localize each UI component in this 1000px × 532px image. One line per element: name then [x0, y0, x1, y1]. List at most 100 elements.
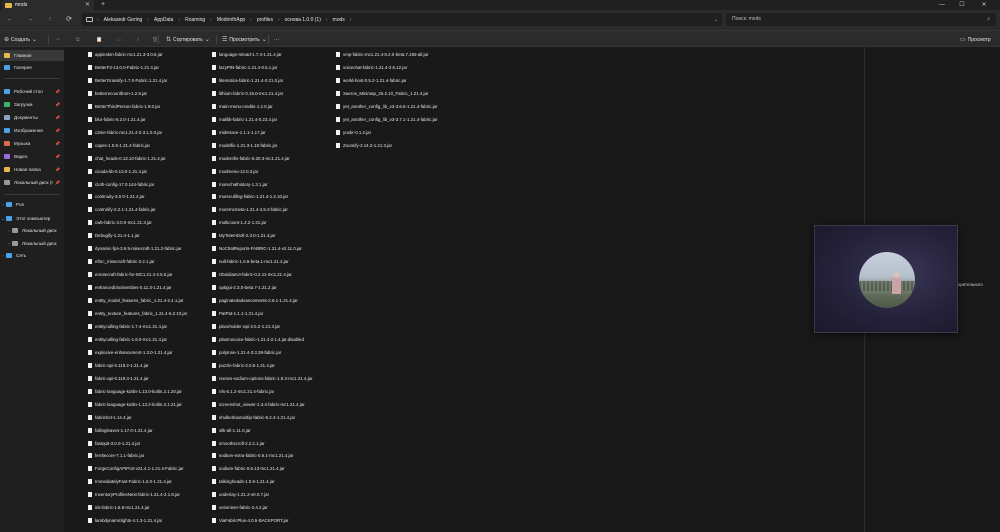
sidebar-item-local-disk-c[interactable]: › Локальный диск [0, 225, 64, 236]
file-item[interactable]: fabrishot-1.14.4.jar [88, 413, 132, 422]
file-item[interactable]: fabric-language-kotlin-1.13.0-kotlin.2.1… [88, 387, 182, 396]
sidebar-item-music[interactable]: Музыка 📌 [0, 138, 64, 149]
up-button[interactable]: ↑ [44, 14, 56, 26]
file-item[interactable]: fastquit-3.0.0-1.21.4.jar [88, 439, 140, 448]
file-item[interactable]: PatPat-1.1.1-1.21.4.jar [212, 309, 263, 318]
new-tab-button[interactable]: + [101, 0, 105, 10]
file-item[interactable]: fallingleaves-1.17.0-1.21.4.jar [88, 426, 153, 435]
file-item[interactable]: entityculling-fabric-1.8.0-mc1.21.4.jar [88, 335, 167, 344]
file-item[interactable]: cwb-fabric-3.0.0-mc1.21.3.jar [88, 218, 152, 227]
file-item[interactable]: modernfix-fabric-5.20.3-mc1.21.4.jar [212, 154, 290, 163]
file-item[interactable]: main-menu-credits-1.2.0.jar [212, 102, 273, 111]
file-item[interactable]: Zoomify-2.14.2-1.21.3.jar [336, 141, 392, 150]
sidebar-item-local-disk-d[interactable]: › Локальный диск [0, 238, 64, 249]
file-item[interactable]: fabric-language-kotlin-1.13.2-kotlin.2.1… [88, 400, 182, 409]
file-item[interactable]: InventoryProfilesNext-fabric-1.21.4-2.1.… [88, 490, 180, 499]
file-item[interactable]: capes-1.5.5-1.21.4-fabric.jar [88, 141, 150, 150]
forward-button[interactable]: → [24, 14, 36, 26]
refresh-button[interactable]: ⟳ [63, 14, 75, 26]
file-item[interactable]: modelfix-1.21.3-1.10-fabric.jar [212, 141, 277, 150]
tab-mods[interactable]: mods ✕ [2, 0, 94, 10]
file-item[interactable]: morecullling-fabric-1.21.4-1.2.10.jar [212, 192, 288, 201]
sort-button[interactable]: ⇅ Сортировать ⌄ [166, 34, 210, 45]
file-item[interactable]: controlify-2.2.1-1.21.4-fabric.jar [88, 205, 156, 214]
sidebar-item-gallery[interactable]: Галерея [0, 62, 64, 73]
paste-button[interactable]: 📋 [96, 34, 102, 45]
file-item[interactable]: MyTotemDoll-2.3.0-1.21.4.jar [212, 231, 275, 240]
file-item[interactable]: rrls-5.1.2-mc1.21.4-fabric.jar [212, 387, 274, 396]
file-item[interactable]: yosbr-0.1.2.jar [336, 128, 371, 137]
file-item[interactable]: paginatedadvancements-2.6.1-1.21.4.jar [212, 296, 298, 305]
sidebar-item-this-pc[interactable]: ⌄ Этот компьютер [0, 213, 64, 224]
file-item[interactable]: emotecraft-fabric-for-MC1.21.4-2.5.0.jar [88, 270, 172, 279]
file-item[interactable]: lazyPIN-fabric-1.21.4-0.5.1.jar [212, 63, 277, 72]
file-item[interactable]: null-fabric-1.0.6-beta.1-mc1.21.4.jar [212, 257, 289, 266]
file-item[interactable]: midetrace-1.1.1-1.17.jar [212, 128, 266, 137]
file-item[interactable]: entityculling-fabric-1.7.4-mc1.21.4.jar [88, 322, 167, 331]
sidebar-item-videos[interactable]: Видео 📌 [0, 151, 64, 162]
file-item[interactable]: betterrecountfrom-1.2.5.jar [88, 89, 147, 98]
copy-button[interactable]: ⧉ [76, 34, 80, 45]
file-item[interactable]: optigui-2.3.0-beta.7-1.21.2.jar [212, 283, 277, 292]
create-button[interactable]: ⊕ Создать ⌄ [4, 34, 37, 45]
breadcrumb-roaming[interactable]: Roaming [185, 17, 205, 23]
breadcrumb-mods[interactable]: mods [333, 17, 345, 23]
file-item[interactable]: smoothscroll-2.2.2.1.jar [212, 439, 265, 448]
breadcrumb-appdata[interactable]: AppData [154, 17, 173, 23]
file-item[interactable]: sodium-extra-fabric-0.6.1-mc1.21.4.jar [212, 451, 293, 460]
file-item[interactable]: Xaeros_Minimap_25.2.10_Fabric_1.21.4.jar [336, 89, 428, 98]
file-item[interactable]: malilib-fabric-1.21.4-0.23.4.jar [212, 115, 277, 124]
file-item[interactable]: appleskin-fabric-mc1.21.3-3.0.6.jar [88, 50, 163, 59]
file-item[interactable]: sodium-fabric-0.6.13-mc1.21.4.jar [212, 464, 285, 473]
file-item[interactable]: screenshot_viewer-1.3.4-fabric-mc1.21.4.… [212, 400, 305, 409]
file-item[interactable]: silk-all-1.11.0.jar [212, 426, 251, 435]
breadcrumb-modrinthapp[interactable]: ModrinthApp [217, 17, 245, 23]
file-item[interactable]: shulkerboxtooltip-fabric-5.2.4-1.21.4.ja… [212, 413, 295, 422]
breadcrumb-profiles[interactable]: profiles [257, 17, 273, 23]
file-item[interactable]: NoChatReports-FABRIC-1.21.4-v2.11.0.jar [212, 244, 302, 253]
file-item[interactable]: voicechat-fabric-1.21.4-2.6.12.jar [336, 63, 407, 72]
search-input[interactable]: Поиск: mods ⌕ [726, 13, 996, 26]
file-item[interactable]: veinminer-fabric-2.4.2.jar [212, 503, 268, 512]
maximize-button[interactable]: ☐ [954, 0, 970, 10]
file-item[interactable]: lambdynamiclights-4.1.3-1.21.4.jar [88, 516, 162, 525]
sidebar-item-home[interactable]: Главная [0, 50, 64, 61]
file-item[interactable]: cloth-config-17.0.144-fabric.jar [88, 180, 154, 189]
image-popup[interactable] [814, 225, 958, 333]
file-item[interactable]: talkingheads-1.0.6-1.21.4.jar [212, 477, 275, 486]
file-item[interactable]: yet_another_config_lib_v3-3.7.1-1.21.4-f… [336, 115, 437, 124]
file-item[interactable]: blur-fabric-5.2.0-1.21.4.jar [88, 115, 146, 124]
sidebar-item-network[interactable]: › Сеть [0, 250, 64, 261]
file-item[interactable]: fabric-api-0.119.2-1.21.4.jar [88, 361, 149, 370]
sidebar-item-desktop[interactable]: Рабочий стол 📌 [0, 86, 64, 97]
file-item[interactable]: yet_another_config_lib_v3-3.6.6-1.21.4-f… [336, 102, 437, 111]
file-item[interactable]: ViaFabricPlus-4.0.5-BACKPORT.jar [212, 516, 288, 525]
file-item[interactable]: entity_texture_features_fabric_1.21.4-6.… [88, 309, 187, 318]
file-item[interactable]: puzzle-fabric-2.0.5-1.21.4.jar [212, 361, 275, 370]
rename-button[interactable]: ▭ [116, 34, 121, 45]
sidebar-item-downloads[interactable]: Загрузки 📌 [0, 99, 64, 110]
close-button[interactable]: ✕ [976, 0, 992, 10]
file-item[interactable]: lithium-fabric-0.15.0-mc1.21.4.jar [212, 89, 283, 98]
sidebar-item-local-disk-pinned[interactable]: Локальный диск (I 📌 [0, 177, 64, 188]
file-item[interactable]: reeses-sodium-options-fabric-1.8.3-mc1.2… [212, 374, 312, 383]
file-item[interactable]: efmc_minecraft-fabric-3.2.1.jar [88, 257, 155, 266]
file-item[interactable]: morechathistory-1.3.1.jar [212, 180, 268, 189]
sidebar-item-documents[interactable]: Документы 📌 [0, 112, 64, 123]
file-item[interactable]: BetterF3-13.0.0-Fabric-1.21.4.jar [88, 63, 159, 72]
back-button[interactable]: ← [4, 14, 16, 26]
file-item[interactable]: cicada-lib-0.13.0-1.21.4.jar [88, 167, 147, 176]
file-item[interactable]: chat_heads-0.13.10-fabric-1.21.4.jar [88, 154, 166, 163]
minimize-button[interactable]: — [934, 0, 950, 10]
more-button[interactable]: ··· [274, 34, 279, 45]
file-item[interactable]: litematica-fabric-1.21.4-0.21.0.jar [212, 76, 283, 85]
file-item[interactable]: vmp-fabric-mc1.21.4-0.2.0-beta.7.193-all… [336, 50, 428, 59]
breadcrumb-user[interactable]: Aleksandr Gering [104, 17, 143, 23]
file-item[interactable]: polytone-1.21.4-3.3.28-fabric.jar [212, 348, 281, 357]
file-item[interactable]: fabric-api-0.119.3-1.21.4.jar [88, 374, 149, 383]
file-item[interactable]: iris-fabric-1.8.8-mc1.21.4.jar [88, 503, 150, 512]
share-button[interactable]: ⇪ [136, 34, 140, 45]
file-item[interactable]: language-reload-1.7.4-1.21.4.jar [212, 50, 282, 59]
file-item[interactable]: underlay-1.21.2-v0.0.7.jar [212, 490, 269, 499]
view-button[interactable]: ☰ Просмотреть ⌄ [222, 34, 267, 45]
